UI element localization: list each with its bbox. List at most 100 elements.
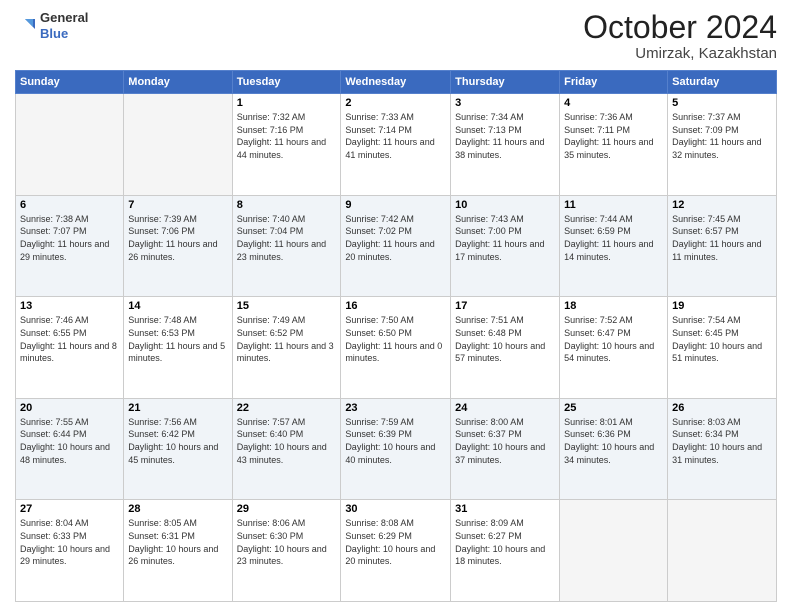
daylight-text: Daylight: 10 hours and 23 minutes. bbox=[237, 544, 327, 567]
day-info: Sunrise: 8:06 AM Sunset: 6:30 PM Dayligh… bbox=[237, 517, 337, 567]
sunset-text: Sunset: 7:13 PM bbox=[455, 125, 522, 135]
sunset-text: Sunset: 6:40 PM bbox=[237, 429, 304, 439]
day-info: Sunrise: 7:33 AM Sunset: 7:14 PM Dayligh… bbox=[345, 111, 446, 161]
day-number: 26 bbox=[672, 402, 772, 414]
day-info: Sunrise: 7:51 AM Sunset: 6:48 PM Dayligh… bbox=[455, 314, 555, 364]
sunrise-text: Sunrise: 7:49 AM bbox=[237, 315, 306, 325]
sunset-text: Sunset: 6:50 PM bbox=[345, 328, 412, 338]
day-number: 8 bbox=[237, 199, 337, 211]
sunset-text: Sunset: 6:44 PM bbox=[20, 429, 87, 439]
daylight-text: Daylight: 11 hours and 20 minutes. bbox=[345, 239, 434, 262]
day-number: 21 bbox=[128, 402, 227, 414]
table-row: 3 Sunrise: 7:34 AM Sunset: 7:13 PM Dayli… bbox=[451, 94, 560, 196]
daylight-text: Daylight: 11 hours and 41 minutes. bbox=[345, 137, 434, 160]
day-info: Sunrise: 7:38 AM Sunset: 7:07 PM Dayligh… bbox=[20, 213, 119, 263]
day-info: Sunrise: 7:49 AM Sunset: 6:52 PM Dayligh… bbox=[237, 314, 337, 364]
table-row: 22 Sunrise: 7:57 AM Sunset: 6:40 PM Dayl… bbox=[232, 398, 341, 500]
day-info: Sunrise: 7:34 AM Sunset: 7:13 PM Dayligh… bbox=[455, 111, 555, 161]
day-number: 4 bbox=[564, 97, 663, 109]
table-row: 21 Sunrise: 7:56 AM Sunset: 6:42 PM Dayl… bbox=[124, 398, 232, 500]
table-row: 14 Sunrise: 7:48 AM Sunset: 6:53 PM Dayl… bbox=[124, 297, 232, 399]
sunset-text: Sunset: 6:47 PM bbox=[564, 328, 631, 338]
daylight-text: Daylight: 11 hours and 11 minutes. bbox=[672, 239, 761, 262]
calendar-week-row: 27 Sunrise: 8:04 AM Sunset: 6:33 PM Dayl… bbox=[16, 500, 777, 602]
title-block: October 2024 Umirzak, Kazakhstan bbox=[583, 10, 777, 62]
daylight-text: Daylight: 10 hours and 26 minutes. bbox=[128, 544, 218, 567]
sunset-text: Sunset: 6:42 PM bbox=[128, 429, 195, 439]
sunset-text: Sunset: 7:00 PM bbox=[455, 226, 522, 236]
col-sunday: Sunday bbox=[16, 71, 124, 94]
day-info: Sunrise: 8:00 AM Sunset: 6:37 PM Dayligh… bbox=[455, 416, 555, 466]
day-number: 5 bbox=[672, 97, 772, 109]
daylight-text: Daylight: 11 hours and 14 minutes. bbox=[564, 239, 653, 262]
table-row: 23 Sunrise: 7:59 AM Sunset: 6:39 PM Dayl… bbox=[341, 398, 451, 500]
daylight-text: Daylight: 10 hours and 40 minutes. bbox=[345, 442, 435, 465]
daylight-text: Daylight: 11 hours and 38 minutes. bbox=[455, 137, 544, 160]
daylight-text: Daylight: 10 hours and 31 minutes. bbox=[672, 442, 762, 465]
col-thursday: Thursday bbox=[451, 71, 560, 94]
day-info: Sunrise: 7:54 AM Sunset: 6:45 PM Dayligh… bbox=[672, 314, 772, 364]
sunrise-text: Sunrise: 7:51 AM bbox=[455, 315, 524, 325]
daylight-text: Daylight: 11 hours and 5 minutes. bbox=[128, 341, 225, 364]
calendar-body: 1 Sunrise: 7:32 AM Sunset: 7:16 PM Dayli… bbox=[16, 94, 777, 602]
sunset-text: Sunset: 6:52 PM bbox=[237, 328, 304, 338]
daylight-text: Daylight: 11 hours and 44 minutes. bbox=[237, 137, 326, 160]
day-number: 23 bbox=[345, 402, 446, 414]
day-info: Sunrise: 7:46 AM Sunset: 6:55 PM Dayligh… bbox=[20, 314, 119, 364]
col-saturday: Saturday bbox=[668, 71, 777, 94]
sunset-text: Sunset: 6:33 PM bbox=[20, 531, 87, 541]
day-info: Sunrise: 8:03 AM Sunset: 6:34 PM Dayligh… bbox=[672, 416, 772, 466]
day-info: Sunrise: 7:39 AM Sunset: 7:06 PM Dayligh… bbox=[128, 213, 227, 263]
sunrise-text: Sunrise: 7:33 AM bbox=[345, 112, 414, 122]
page: General Blue October 2024 Umirzak, Kazak… bbox=[0, 0, 792, 612]
day-number: 1 bbox=[237, 97, 337, 109]
sunrise-text: Sunrise: 7:59 AM bbox=[345, 417, 414, 427]
day-info: Sunrise: 7:55 AM Sunset: 6:44 PM Dayligh… bbox=[20, 416, 119, 466]
sunset-text: Sunset: 6:37 PM bbox=[455, 429, 522, 439]
sunrise-text: Sunrise: 8:06 AM bbox=[237, 518, 306, 528]
col-wednesday: Wednesday bbox=[341, 71, 451, 94]
daylight-text: Daylight: 11 hours and 17 minutes. bbox=[455, 239, 544, 262]
sunset-text: Sunset: 7:07 PM bbox=[20, 226, 87, 236]
day-number: 31 bbox=[455, 503, 555, 515]
table-row: 7 Sunrise: 7:39 AM Sunset: 7:06 PM Dayli… bbox=[124, 195, 232, 297]
day-number: 13 bbox=[20, 300, 119, 312]
calendar-week-row: 1 Sunrise: 7:32 AM Sunset: 7:16 PM Dayli… bbox=[16, 94, 777, 196]
calendar-header: Sunday Monday Tuesday Wednesday Thursday… bbox=[16, 71, 777, 94]
day-info: Sunrise: 8:05 AM Sunset: 6:31 PM Dayligh… bbox=[128, 517, 227, 567]
day-info: Sunrise: 7:42 AM Sunset: 7:02 PM Dayligh… bbox=[345, 213, 446, 263]
day-info: Sunrise: 7:56 AM Sunset: 6:42 PM Dayligh… bbox=[128, 416, 227, 466]
col-monday: Monday bbox=[124, 71, 232, 94]
day-info: Sunrise: 7:57 AM Sunset: 6:40 PM Dayligh… bbox=[237, 416, 337, 466]
calendar-week-row: 6 Sunrise: 7:38 AM Sunset: 7:07 PM Dayli… bbox=[16, 195, 777, 297]
table-row: 13 Sunrise: 7:46 AM Sunset: 6:55 PM Dayl… bbox=[16, 297, 124, 399]
calendar-table: Sunday Monday Tuesday Wednesday Thursday… bbox=[15, 70, 777, 602]
table-row: 18 Sunrise: 7:52 AM Sunset: 6:47 PM Dayl… bbox=[560, 297, 668, 399]
day-number: 30 bbox=[345, 503, 446, 515]
daylight-text: Daylight: 10 hours and 48 minutes. bbox=[20, 442, 110, 465]
table-row: 27 Sunrise: 8:04 AM Sunset: 6:33 PM Dayl… bbox=[16, 500, 124, 602]
day-info: Sunrise: 8:01 AM Sunset: 6:36 PM Dayligh… bbox=[564, 416, 663, 466]
sunset-text: Sunset: 7:06 PM bbox=[128, 226, 195, 236]
sunrise-text: Sunrise: 8:00 AM bbox=[455, 417, 524, 427]
sunset-text: Sunset: 6:27 PM bbox=[455, 531, 522, 541]
table-row: 9 Sunrise: 7:42 AM Sunset: 7:02 PM Dayli… bbox=[341, 195, 451, 297]
table-row: 30 Sunrise: 8:08 AM Sunset: 6:29 PM Dayl… bbox=[341, 500, 451, 602]
sunrise-text: Sunrise: 7:46 AM bbox=[20, 315, 89, 325]
day-info: Sunrise: 8:04 AM Sunset: 6:33 PM Dayligh… bbox=[20, 517, 119, 567]
table-row: 29 Sunrise: 8:06 AM Sunset: 6:30 PM Dayl… bbox=[232, 500, 341, 602]
sunset-text: Sunset: 6:55 PM bbox=[20, 328, 87, 338]
daylight-text: Daylight: 11 hours and 35 minutes. bbox=[564, 137, 653, 160]
day-number: 2 bbox=[345, 97, 446, 109]
sunset-text: Sunset: 6:57 PM bbox=[672, 226, 739, 236]
sunset-text: Sunset: 6:36 PM bbox=[564, 429, 631, 439]
sunrise-text: Sunrise: 7:42 AM bbox=[345, 214, 414, 224]
table-row bbox=[560, 500, 668, 602]
day-info: Sunrise: 8:09 AM Sunset: 6:27 PM Dayligh… bbox=[455, 517, 555, 567]
sunset-text: Sunset: 6:39 PM bbox=[345, 429, 412, 439]
sunrise-text: Sunrise: 8:08 AM bbox=[345, 518, 414, 528]
sunset-text: Sunset: 6:45 PM bbox=[672, 328, 739, 338]
table-row: 6 Sunrise: 7:38 AM Sunset: 7:07 PM Dayli… bbox=[16, 195, 124, 297]
sunset-text: Sunset: 6:29 PM bbox=[345, 531, 412, 541]
sunrise-text: Sunrise: 7:56 AM bbox=[128, 417, 197, 427]
